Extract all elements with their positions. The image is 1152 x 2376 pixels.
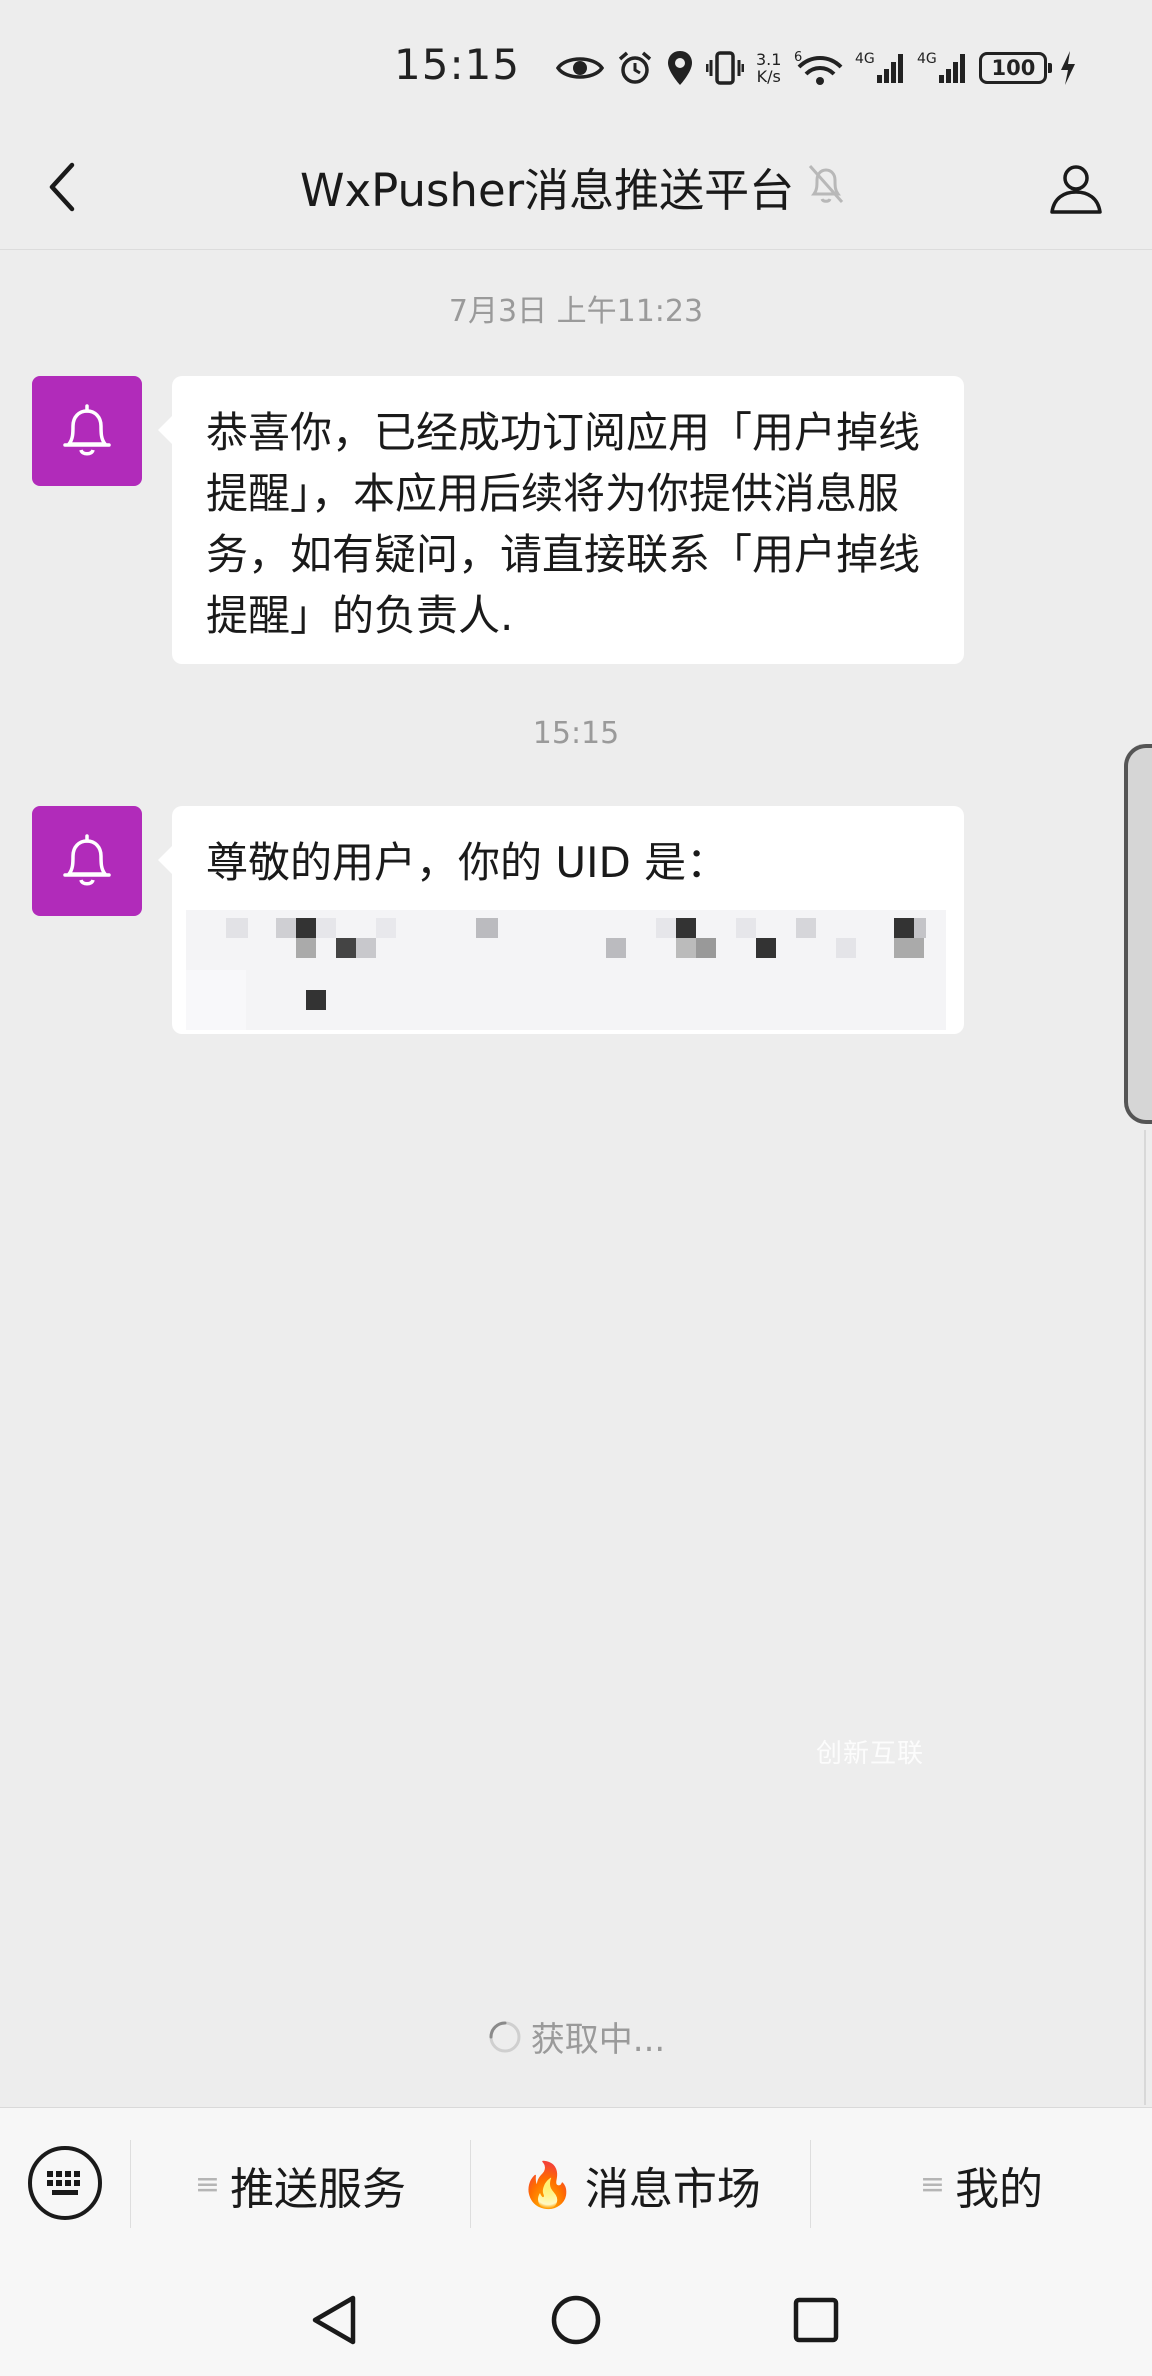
circle-home-icon xyxy=(551,2295,601,2345)
chevron-left-icon xyxy=(49,162,75,212)
battery-icon: 100 xyxy=(979,52,1053,84)
profile-button[interactable] xyxy=(1040,152,1112,224)
loading-indicator: 获取中... xyxy=(0,2012,1152,2061)
vibrate-icon xyxy=(706,51,744,85)
menu-list-icon: ≡ xyxy=(919,2167,946,2202)
menu-item-label: 推送服务 xyxy=(230,2163,407,2215)
menu-item-mine[interactable]: ≡ 我的 xyxy=(811,2108,1152,2261)
watermark: 创新互联 xyxy=(816,1739,925,1769)
menu-item-push-service[interactable]: ≡ 推送服务 xyxy=(131,2108,470,2261)
status-icons: 3.1 K/s 6 4G 4G 100 xyxy=(556,44,1077,92)
scrollbar-handle[interactable] xyxy=(1124,744,1152,1124)
bell-icon xyxy=(63,834,111,886)
keyboard-icon xyxy=(28,2146,102,2220)
menu-item-message-market[interactable]: 🔥 消息市场 xyxy=(471,2108,810,2261)
network-speed-unit: K/s xyxy=(756,67,781,86)
message-bubble[interactable]: 恭喜你，已经成功订阅应用「用户掉线提醒」，本应用后续将为你提供消息服务，如有疑问… xyxy=(158,376,964,664)
location-icon xyxy=(668,51,692,85)
square-recents-icon xyxy=(793,2297,839,2343)
message-timestamp: 7月3日 上午11:23 xyxy=(448,294,704,329)
message-text: 尊敬的用户，你的 UID 是： xyxy=(206,838,729,887)
nav-home-button[interactable] xyxy=(544,2288,608,2352)
loading-text: 获取中... xyxy=(530,2020,666,2060)
sender-avatar[interactable] xyxy=(32,376,142,486)
menu-list-icon: ≡ xyxy=(194,2167,221,2202)
svg-text:4G: 4G xyxy=(917,51,937,67)
nav-back-button[interactable] xyxy=(302,2288,366,2352)
keyboard-toggle-button[interactable] xyxy=(26,2144,104,2222)
person-icon xyxy=(1050,165,1102,214)
message-bubble[interactable]: 尊敬的用户，你的 UID 是： xyxy=(158,806,964,1034)
fire-icon: 🔥 xyxy=(520,2159,575,2211)
network-speed: 3.1 K/s xyxy=(756,51,781,85)
message-text: 恭喜你，已经成功订阅应用「用户掉线提醒」，本应用后续将为你提供消息服务，如有疑问… xyxy=(206,408,921,640)
chat-title: WxPusher消息推送平台 xyxy=(300,164,795,217)
chat-header: WxPusher消息推送平台 xyxy=(0,130,1152,250)
sender-avatar[interactable] xyxy=(32,806,142,916)
battery-level: 100 xyxy=(991,56,1036,80)
network-speed-value: 3.1 xyxy=(756,50,782,69)
triangle-back-icon xyxy=(312,2295,356,2345)
scrollbar-track xyxy=(1144,1130,1146,2105)
svg-text:4G: 4G xyxy=(855,51,875,67)
bell-icon xyxy=(63,404,111,456)
signal-sim2-icon: 4G xyxy=(917,51,966,83)
alarm-icon xyxy=(618,51,652,84)
status-time: 15:15 xyxy=(394,40,521,89)
signal-sim1-icon: 4G xyxy=(855,51,904,83)
official-account-menu: ≡ 推送服务 🔥 消息市场 ≡ 我的 xyxy=(0,2107,1152,2260)
message-timestamp: 15:15 xyxy=(532,716,620,751)
mute-bell-icon xyxy=(808,165,844,203)
back-button[interactable] xyxy=(28,152,98,222)
menu-item-label: 我的 xyxy=(955,2163,1044,2215)
redaction-mosaic xyxy=(186,910,946,1030)
status-bar: 15:15 3.1 K/s 6 4G 4G 100 xyxy=(0,0,1152,130)
spinner-icon xyxy=(489,2021,521,2052)
menu-item-label: 消息市场 xyxy=(584,2163,761,2215)
charging-icon xyxy=(1061,51,1076,85)
nav-recents-button[interactable] xyxy=(784,2288,848,2352)
wifi-icon: 6 xyxy=(794,50,843,85)
eye-icon xyxy=(556,57,604,79)
system-nav-bar xyxy=(0,2260,1152,2376)
